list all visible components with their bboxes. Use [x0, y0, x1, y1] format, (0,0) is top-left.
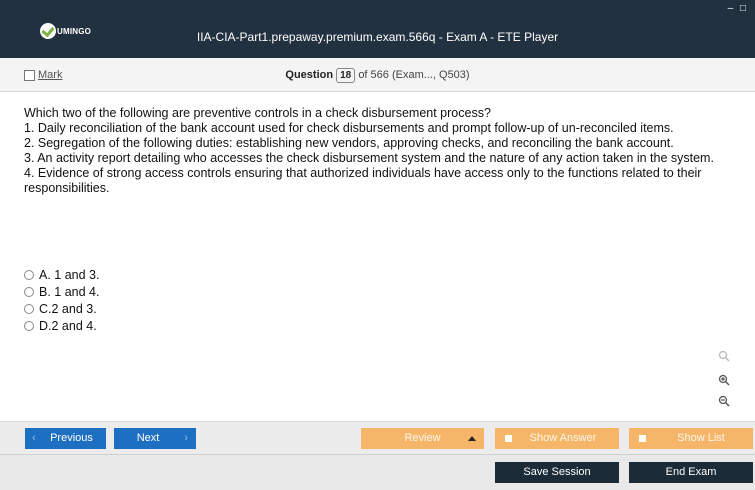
- title-bar: UMINGO IIA-CIA-Part1.prepaway.premium.ex…: [0, 0, 755, 58]
- zoom-in-icon[interactable]: [716, 374, 732, 389]
- option-text: 2 and 3.: [51, 301, 97, 316]
- option-letter: C.: [39, 301, 52, 316]
- radio-icon[interactable]: [24, 269, 34, 280]
- exam-toolbar: ‹ Previous Next › Review Show Answer Sho…: [0, 421, 755, 455]
- next-label: Next: [136, 432, 160, 444]
- show-answer-label: Show Answer: [529, 432, 597, 444]
- option-letter: B.: [39, 284, 51, 299]
- question-stem: Which two of the following are preventiv…: [24, 106, 491, 120]
- option-text: 1 and 4.: [54, 284, 100, 299]
- radio-icon[interactable]: [24, 303, 34, 314]
- question-statement-2: 2. Segregation of the following duties: …: [24, 136, 674, 150]
- question-bar: Mark Question 18 of 566 (Exam..., Q503): [0, 58, 755, 92]
- option-b[interactable]: B. 1 and 4.: [24, 283, 99, 300]
- next-button[interactable]: Next ›: [114, 428, 196, 449]
- question-statement-1: 1. Daily reconciliation of the bank acco…: [24, 121, 674, 135]
- question-text: Which two of the following are preventiv…: [24, 106, 734, 196]
- window-title: IIA-CIA-Part1.prepaway.premium.exam.566q…: [196, 30, 559, 44]
- zoom-out-icon[interactable]: [716, 395, 732, 410]
- footer-bar: Save Session End Exam: [0, 454, 755, 490]
- question-statement-4: 4. Evidence of strong access controls en…: [24, 166, 702, 195]
- checkbox-icon: [505, 435, 512, 442]
- review-button[interactable]: Review: [361, 428, 484, 449]
- question-word: Question: [285, 69, 334, 81]
- save-session-label: Save Session: [523, 466, 591, 478]
- show-list-label: Show List: [677, 432, 725, 444]
- radio-icon[interactable]: [24, 286, 34, 297]
- option-letter: D.: [39, 318, 52, 333]
- option-c[interactable]: C. 2 and 3.: [24, 300, 99, 317]
- previous-button[interactable]: ‹ Previous: [25, 428, 106, 449]
- radio-icon[interactable]: [24, 320, 34, 331]
- option-d[interactable]: D. 2 and 4.: [24, 317, 99, 334]
- end-exam-button[interactable]: End Exam: [629, 462, 753, 483]
- window-controls[interactable]: – □: [728, 3, 748, 14]
- previous-label: Previous: [50, 432, 93, 444]
- caret-up-icon: [468, 436, 476, 441]
- end-exam-label: End Exam: [665, 466, 717, 478]
- question-statement-3: 3. An activity report detailing who acce…: [24, 151, 714, 165]
- show-list-button[interactable]: Show List: [629, 428, 753, 449]
- question-number-field[interactable]: 18: [336, 68, 356, 83]
- chevron-right-icon: ›: [184, 432, 188, 444]
- option-text: 1 and 3.: [54, 267, 100, 282]
- question-of-text: of 566 (Exam..., Q503): [358, 69, 470, 81]
- question-counter: Question 18 of 566 (Exam..., Q503): [0, 68, 755, 83]
- review-label: Review: [404, 432, 441, 444]
- checkbox-icon: [639, 435, 646, 442]
- magnifier-icon[interactable]: [716, 350, 732, 365]
- save-session-button[interactable]: Save Session: [495, 462, 619, 483]
- option-letter: A.: [39, 267, 51, 282]
- show-answer-button[interactable]: Show Answer: [495, 428, 619, 449]
- option-a[interactable]: A. 1 and 3.: [24, 266, 99, 283]
- answer-options: A. 1 and 3. B. 1 and 4. C. 2 and 3. D. 2 a…: [24, 266, 99, 334]
- option-text: 2 and 4.: [51, 318, 97, 333]
- chevron-left-icon: ‹: [32, 432, 36, 444]
